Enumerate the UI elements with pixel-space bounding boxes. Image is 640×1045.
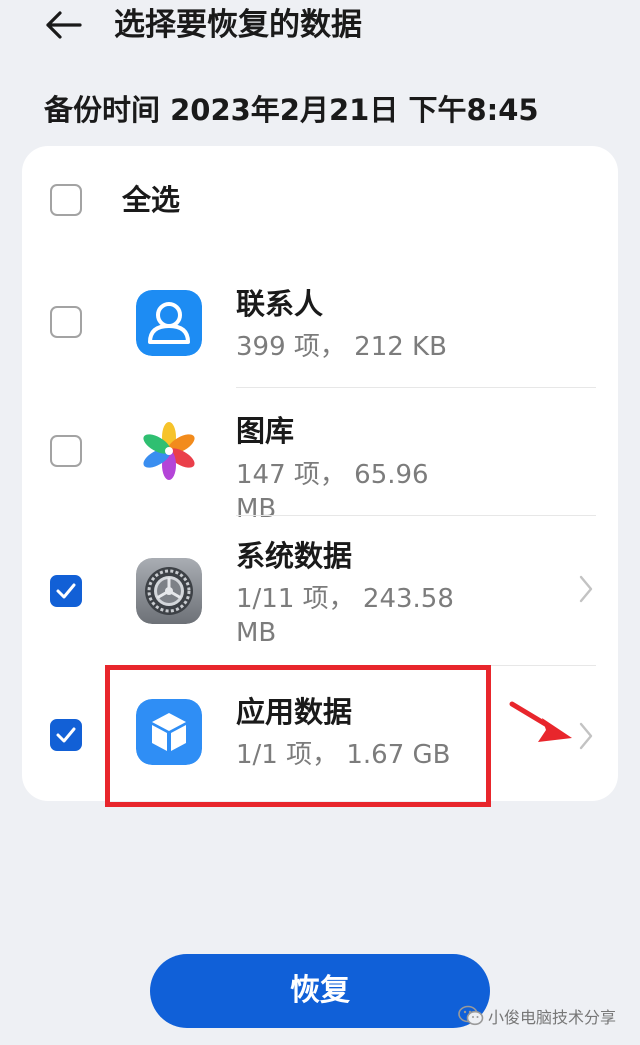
contacts-checkbox[interactable] bbox=[50, 306, 82, 338]
chevron-right-icon[interactable] bbox=[575, 572, 597, 606]
header: 选择要恢复的数据 bbox=[0, 0, 640, 58]
app-data-title: 应用数据 bbox=[236, 695, 353, 729]
checkmark-icon bbox=[56, 583, 76, 599]
backup-time: 备份时间 2023年2月21日 下午8:45 bbox=[44, 93, 539, 127]
settings-gear-icon bbox=[136, 558, 202, 624]
system-data-title: 系统数据 bbox=[236, 539, 353, 573]
contacts-title: 联系人 bbox=[236, 287, 324, 321]
chevron-right-icon[interactable] bbox=[575, 719, 597, 753]
contacts-icon bbox=[136, 290, 202, 356]
select-all-checkbox[interactable] bbox=[50, 184, 82, 216]
app-data-cube-icon bbox=[136, 699, 202, 765]
app-data-checkbox[interactable] bbox=[50, 719, 82, 751]
checkmark-icon bbox=[56, 727, 76, 743]
back-button[interactable] bbox=[38, 2, 88, 48]
gallery-checkbox[interactable] bbox=[50, 435, 82, 467]
restore-button[interactable]: 恢复 bbox=[150, 954, 490, 1028]
list-item-gallery[interactable]: 图库 147 项， 65.96 MB bbox=[22, 388, 618, 524]
annotation-arrow-icon bbox=[509, 701, 572, 742]
page-title: 选择要恢复的数据 bbox=[114, 7, 362, 43]
list-item-system-data[interactable]: 系统数据 1/11 项， 243.58 MB bbox=[22, 516, 618, 666]
system-data-checkbox[interactable] bbox=[50, 575, 82, 607]
select-all-label[interactable]: 全选 bbox=[122, 180, 180, 220]
watermark: 小俊电脑技术分享 bbox=[458, 1001, 616, 1031]
system-data-subtitle: 1/11 项， 243.58 MB bbox=[236, 584, 454, 648]
gallery-title: 图库 bbox=[236, 414, 295, 448]
wechat-icon bbox=[458, 1005, 484, 1026]
arrow-left-icon[interactable] bbox=[44, 10, 82, 40]
watermark-text: 小俊电脑技术分享 bbox=[488, 1008, 617, 1027]
gallery-icon bbox=[136, 418, 202, 484]
list-item-contacts[interactable]: 联系人 399 项， 212 KB bbox=[22, 268, 618, 388]
app-data-subtitle: 1/1 项， 1.67 GB bbox=[236, 740, 451, 770]
contacts-subtitle: 399 项， 212 KB bbox=[236, 332, 447, 362]
